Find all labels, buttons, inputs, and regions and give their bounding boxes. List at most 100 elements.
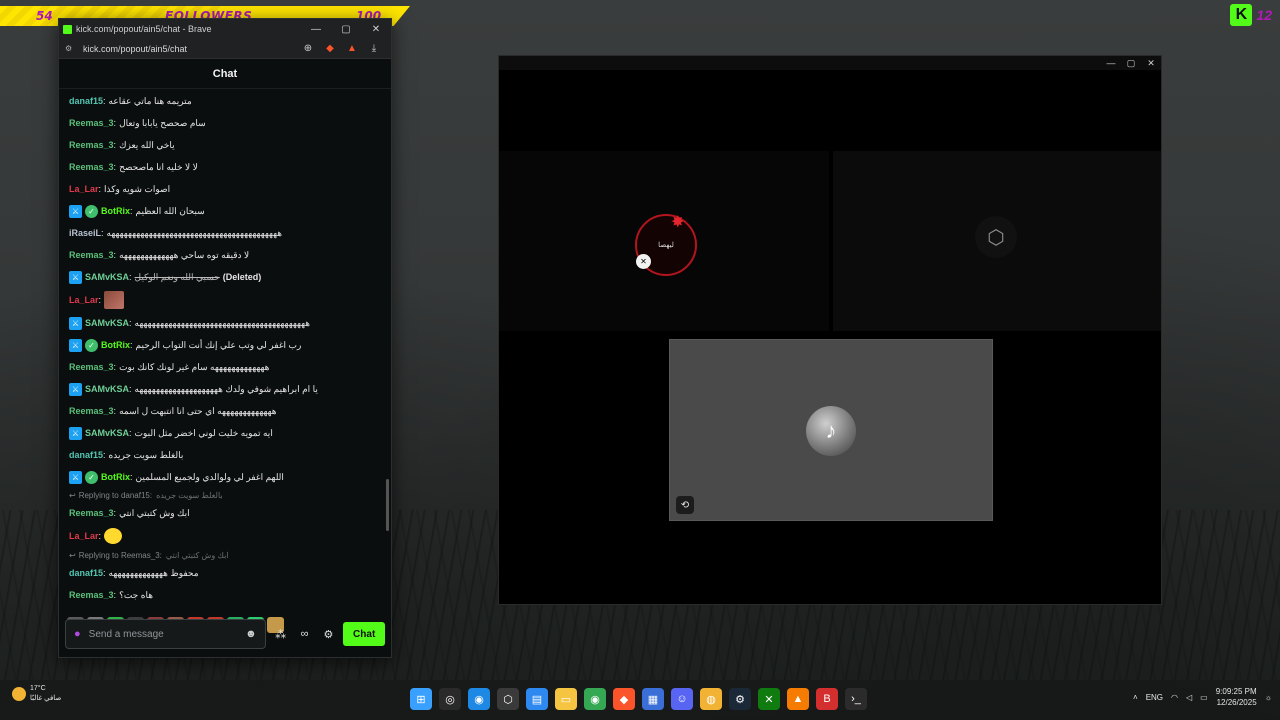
chat-username[interactable]: Reemas_3	[69, 508, 114, 518]
brave-shields-icon[interactable]: ◆	[319, 43, 341, 54]
chat-username[interactable]: BotRix	[101, 206, 130, 216]
language-indicator[interactable]: ENG	[1146, 693, 1163, 702]
chat-message[interactable]: danaf15: متريمه هنا ماتي عقاعه	[69, 90, 379, 112]
taskbar-app-red-icon[interactable]: B	[816, 688, 838, 710]
reply-context[interactable]: ↩ Replying to Reemas_3: ابك وش كتبتي انتي	[69, 548, 379, 562]
chat-username[interactable]: SAMvKSA	[85, 318, 129, 328]
taskbar-search-icon[interactable]: ◎	[439, 688, 461, 710]
minimize-button[interactable]: —	[301, 24, 331, 35]
verified-badge-icon[interactable]: ✓	[85, 470, 98, 484]
chat-username[interactable]: La_Lar	[69, 184, 99, 194]
taskbar-xbox-icon[interactable]: ✕	[758, 688, 780, 710]
chat-message[interactable]: Reemas_3: لا دقيقه توه ساحي ههههههههههههه…	[69, 244, 379, 266]
chat-message[interactable]: Reemas_3: ياخي الله يعزك	[69, 134, 379, 156]
taskbar-discord-icon[interactable]: ☺	[671, 688, 693, 710]
wifi-icon[interactable]: ◠	[1171, 693, 1178, 702]
chat-message[interactable]: Reemas_3: لا لا خليه انا ماصحصح	[69, 156, 379, 178]
clock[interactable]: 9:09:25 PM 12/26/2025	[1216, 686, 1257, 708]
maximize-button[interactable]: ▢	[331, 24, 361, 35]
moderator-badge-icon[interactable]: ⚔	[69, 204, 82, 218]
brave-rewards-icon[interactable]: ▲	[341, 43, 363, 54]
weather-widget[interactable]: 17°C صافي غالبًا	[12, 684, 61, 704]
chat-message[interactable]: danaf15: محفوظ هههههههههههههه	[69, 562, 379, 584]
chat-message[interactable]: Reemas_3: هههههههههههههه سام غير لونك كان…	[69, 356, 379, 378]
taskbar-app-yellow-icon[interactable]: ◍	[700, 688, 722, 710]
moderator-badge-icon[interactable]: ⚔	[69, 470, 82, 484]
chat-message[interactable]: ⚔ ✓ BotRix: رب اغفر لي وتب علي إنك أنت التو…	[69, 334, 379, 356]
chat-username[interactable]: danaf15	[69, 568, 103, 578]
notification-icon[interactable]: ☼	[1265, 693, 1272, 702]
chat-message[interactable]: iRaseiL: هههههههههههههههههههههههههههههههه…	[69, 222, 379, 244]
chat-username[interactable]: Reemas_3	[69, 140, 114, 150]
chat-username[interactable]: iRaseiL	[69, 228, 101, 238]
chat-message-list[interactable]: danaf15: متريمه هنا ماتي عقاعه Reemas_3: سا…	[59, 90, 391, 608]
chat-emote[interactable]	[104, 291, 125, 309]
address-bar[interactable]: ⚙ kick.com/popout/ain5/chat ⊕ ◆ ▲ ⤓	[59, 39, 391, 59]
chat-message[interactable]: Reemas_3: هاه جت؟	[69, 584, 379, 606]
taskbar-notepad-icon[interactable]: ▤	[526, 688, 548, 710]
chat-message[interactable]: danaf15: بالغلط سويت جريده	[69, 444, 379, 466]
moderator-badge-icon[interactable]: ⚔	[69, 382, 82, 396]
chat-message[interactable]: ⚔ SAMvKSA: حسبي الله ونعم الوكيل (Deleted)	[69, 266, 379, 288]
chat-username[interactable]: BotRix	[101, 340, 130, 350]
chat-message[interactable]: Reemas_3: ابك وش كتبتي انتي	[69, 502, 379, 524]
taskbar-obs-icon[interactable]: ⬡	[497, 688, 519, 710]
chat-message[interactable]: Reemas_3: هههههههههههههه اي حتى انا انتبه…	[69, 400, 379, 422]
taskbar-chrome-icon[interactable]: ◉	[584, 688, 606, 710]
zoom-icon[interactable]: ⊕	[297, 43, 319, 54]
chat-username[interactable]: Reemas_3	[69, 118, 114, 128]
chat-username[interactable]: La_Lar	[69, 295, 99, 305]
taskbar-chrome-alt-icon[interactable]: ◉	[468, 688, 490, 710]
chat-message[interactable]: ⚔ ✓ BotRix: سبحان الله العظيم	[69, 200, 379, 222]
url-text[interactable]: kick.com/popout/ain5/chat	[83, 44, 297, 54]
taskbar-app-orange-icon[interactable]: ▲	[787, 688, 809, 710]
chat-send-button[interactable]: Chat	[343, 622, 386, 646]
call-titlebar[interactable]: — ▢ ✕	[499, 56, 1161, 70]
chat-username[interactable]: danaf15	[69, 96, 103, 106]
chat-message[interactable]: ⚔ SAMvKSA: ايه تمويه خليت لوني اخضر مثل ال…	[69, 422, 379, 444]
taskbar-brave-icon[interactable]: ◆	[613, 688, 635, 710]
call-minimize-button[interactable]: —	[1101, 58, 1121, 68]
tray-chevron-icon[interactable]: ˄	[1133, 693, 1138, 702]
close-button[interactable]: ✕	[361, 24, 391, 35]
chat-username[interactable]: Reemas_3	[69, 250, 114, 260]
chat-username[interactable]: Reemas_3	[69, 406, 114, 416]
chat-settings-icon[interactable]: ⚙	[319, 628, 337, 641]
chat-username[interactable]: Reemas_3	[69, 590, 114, 600]
points-icon[interactable]: ⁂	[272, 628, 290, 641]
chat-emote[interactable]	[104, 528, 123, 544]
verified-badge-icon[interactable]: ✓	[85, 338, 98, 352]
chat-username[interactable]: SAMvKSA	[85, 384, 129, 394]
chat-input[interactable]: ● Send a message ☻	[65, 619, 266, 649]
screen-share-tile[interactable]: ♪ ⟲	[669, 339, 993, 521]
reply-context[interactable]: ↩ Replying to danaf15: بالغلط سويت جريده	[69, 488, 379, 502]
taskbar-store-icon[interactable]: ▦	[642, 688, 664, 710]
moderator-badge-icon[interactable]: ⚔	[69, 316, 82, 330]
taskbar-steam-icon[interactable]: ⚙	[729, 688, 751, 710]
chat-message[interactable]: Reemas_3: سام صحصح يابابا وتعال	[69, 112, 379, 134]
battery-icon[interactable]: ▭	[1200, 693, 1208, 702]
chat-username[interactable]: danaf15	[69, 450, 103, 460]
moderator-badge-icon[interactable]: ⚔	[69, 270, 82, 284]
verified-badge-icon[interactable]: ✓	[85, 204, 98, 218]
site-info-icon[interactable]: ⚙	[65, 44, 77, 53]
download-icon[interactable]: ⤓	[363, 43, 385, 54]
call-close-button[interactable]: ✕	[1141, 58, 1161, 69]
popout-icon[interactable]: ⟲	[676, 496, 694, 514]
chat-message[interactable]: La_Lar:	[69, 288, 379, 312]
chat-username[interactable]: Reemas_3	[69, 162, 114, 172]
emote-picker-icon[interactable]: ☻	[245, 628, 257, 640]
mic-icon[interactable]: ●	[74, 628, 81, 640]
chat-message[interactable]: La_Lar: اصوات شويه وكذا	[69, 178, 379, 200]
moderator-badge-icon[interactable]: ⚔	[69, 426, 82, 440]
browser-titlebar[interactable]: kick.com/popout/ain5/chat - Brave — ▢ ✕	[59, 19, 391, 39]
chat-username[interactable]: La_Lar	[69, 531, 99, 541]
taskbar-terminal-icon[interactable]: ›_	[845, 688, 867, 710]
chat-message[interactable]: ⚔ SAMvKSA: يا ام ابراهيم شوفي ولدك ههههههه…	[69, 378, 379, 400]
volume-icon[interactable]: ◁	[1186, 693, 1192, 702]
chat-message[interactable]: ⚔ ✓ BotRix: اللهم اغفر لي ولوالدي ولجميع ال…	[69, 466, 379, 488]
chat-message[interactable]: La_Lar:	[69, 524, 379, 548]
chat-username[interactable]: SAMvKSA	[85, 272, 129, 282]
chat-username[interactable]: Reemas_3	[69, 362, 114, 372]
call-maximize-button[interactable]: ▢	[1121, 58, 1141, 69]
